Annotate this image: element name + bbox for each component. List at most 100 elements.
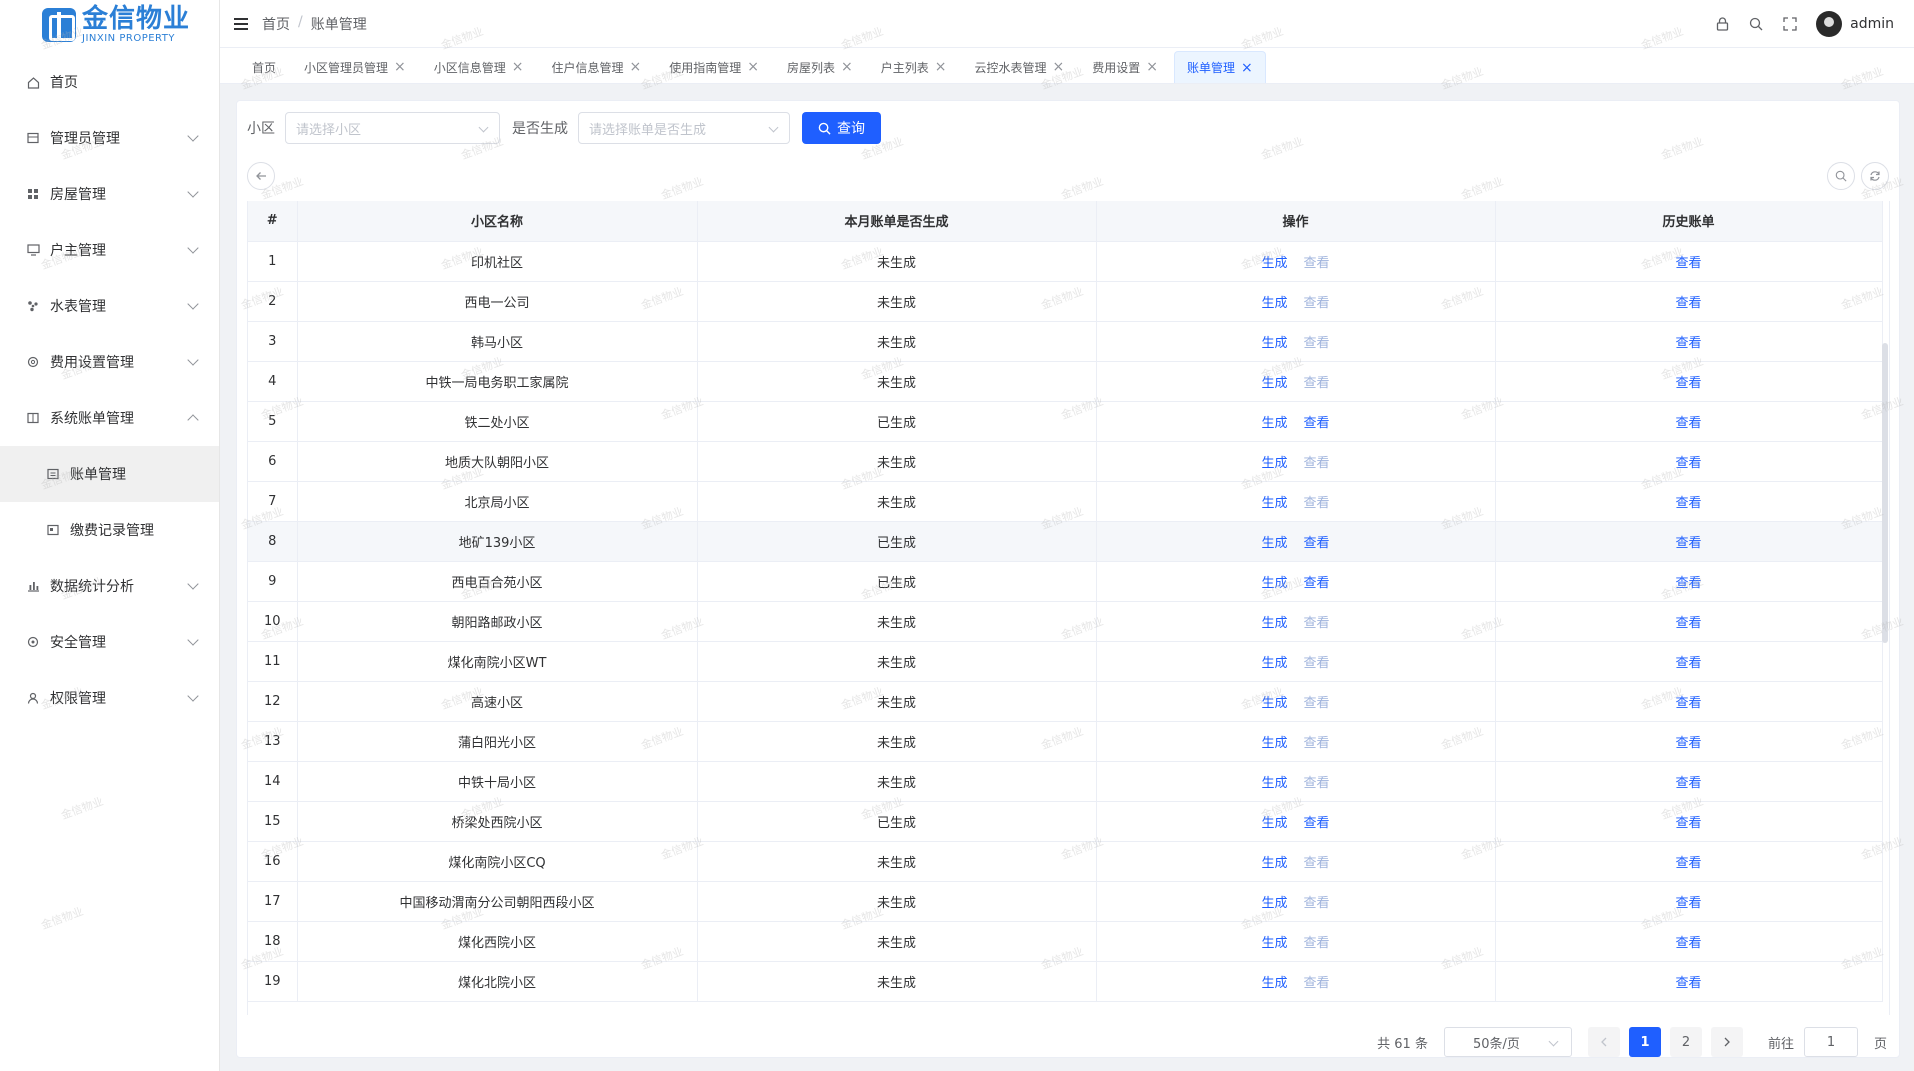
- sidebar-item-6[interactable]: 系统账单管理: [0, 390, 219, 446]
- search-icon[interactable]: [1748, 16, 1764, 32]
- view-button[interactable]: 查看: [1304, 776, 1330, 791]
- view-button[interactable]: 查看: [1304, 416, 1330, 431]
- generate-button[interactable]: 生成: [1261, 256, 1287, 271]
- generate-button[interactable]: 生成: [1261, 896, 1287, 911]
- history-view-button[interactable]: 查看: [1675, 656, 1701, 671]
- history-view-button[interactable]: 查看: [1675, 816, 1701, 831]
- table-scrollbar[interactable]: [1882, 343, 1888, 643]
- tab-8[interactable]: 费用设置 ×: [1080, 51, 1170, 83]
- sidebar-item-3[interactable]: 户主管理: [0, 222, 219, 278]
- table-search-button[interactable]: [1827, 162, 1855, 190]
- history-view-button[interactable]: 查看: [1675, 256, 1701, 271]
- view-button[interactable]: 查看: [1304, 656, 1330, 671]
- tab-3[interactable]: 住户信息管理 ×: [540, 51, 654, 83]
- page-button-1[interactable]: 1: [1628, 1027, 1661, 1057]
- view-button[interactable]: 查看: [1304, 576, 1330, 591]
- sidebar-item-5[interactable]: 费用设置管理: [0, 334, 219, 390]
- view-button[interactable]: 查看: [1304, 616, 1330, 631]
- view-button[interactable]: 查看: [1304, 856, 1330, 871]
- close-icon[interactable]: ×: [394, 59, 406, 75]
- history-view-button[interactable]: 查看: [1675, 896, 1701, 911]
- close-icon[interactable]: ×: [747, 59, 759, 75]
- refresh-button[interactable]: [1861, 162, 1889, 190]
- page-size-select[interactable]: 50条/页: [1443, 1027, 1572, 1057]
- next-page-button[interactable]: [1710, 1027, 1743, 1057]
- tab-1[interactable]: 小区管理员管理 ×: [292, 51, 418, 83]
- history-view-button[interactable]: 查看: [1675, 576, 1701, 591]
- view-button[interactable]: 查看: [1304, 976, 1330, 991]
- view-button[interactable]: 查看: [1304, 496, 1330, 511]
- generate-button[interactable]: 生成: [1261, 816, 1287, 831]
- prev-page-button[interactable]: [1587, 1027, 1620, 1057]
- lock-icon[interactable]: [1714, 16, 1730, 32]
- generate-button[interactable]: 生成: [1261, 576, 1287, 591]
- generated-select[interactable]: 请选择账单是否生成: [578, 112, 790, 144]
- sidebar-item-9[interactable]: 数据统计分析: [0, 558, 219, 614]
- history-view-button[interactable]: 查看: [1675, 456, 1701, 471]
- menu-toggle-icon[interactable]: [234, 17, 248, 30]
- close-icon[interactable]: ×: [1241, 60, 1253, 76]
- sidebar-item-2[interactable]: 房屋管理: [0, 166, 219, 222]
- goto-page-input[interactable]: 1: [1803, 1027, 1858, 1057]
- tab-5[interactable]: 房屋列表 ×: [775, 51, 865, 83]
- history-view-button[interactable]: 查看: [1675, 496, 1701, 511]
- close-icon[interactable]: ×: [512, 59, 524, 75]
- view-button[interactable]: 查看: [1304, 536, 1330, 551]
- history-view-button[interactable]: 查看: [1675, 856, 1701, 871]
- history-view-button[interactable]: 查看: [1675, 296, 1701, 311]
- view-button[interactable]: 查看: [1304, 896, 1330, 911]
- view-button[interactable]: 查看: [1304, 736, 1330, 751]
- view-button[interactable]: 查看: [1304, 296, 1330, 311]
- generate-button[interactable]: 生成: [1261, 536, 1287, 551]
- tab-9[interactable]: 账单管理 ×: [1174, 51, 1266, 83]
- generate-button[interactable]: 生成: [1261, 616, 1287, 631]
- view-button[interactable]: 查看: [1304, 936, 1330, 951]
- history-view-button[interactable]: 查看: [1675, 376, 1701, 391]
- generate-button[interactable]: 生成: [1261, 496, 1287, 511]
- generate-button[interactable]: 生成: [1261, 776, 1287, 791]
- tab-7[interactable]: 云控水表管理 ×: [963, 51, 1077, 83]
- close-icon[interactable]: ×: [1053, 59, 1065, 75]
- tab-2[interactable]: 小区信息管理 ×: [422, 51, 536, 83]
- close-icon[interactable]: ×: [1146, 59, 1158, 75]
- breadcrumb-home[interactable]: 首页: [262, 14, 290, 34]
- view-button[interactable]: 查看: [1304, 456, 1330, 471]
- view-button[interactable]: 查看: [1304, 336, 1330, 351]
- history-view-button[interactable]: 查看: [1675, 616, 1701, 631]
- generate-button[interactable]: 生成: [1261, 936, 1287, 951]
- tab-6[interactable]: 户主列表 ×: [869, 51, 959, 83]
- generate-button[interactable]: 生成: [1261, 656, 1287, 671]
- sidebar-item-8[interactable]: 缴费记录管理: [0, 502, 219, 558]
- history-view-button[interactable]: 查看: [1675, 776, 1701, 791]
- community-select[interactable]: 请选择小区: [285, 112, 500, 144]
- sidebar-item-0[interactable]: 首页: [0, 54, 219, 110]
- history-view-button[interactable]: 查看: [1675, 416, 1701, 431]
- avatar[interactable]: [1816, 11, 1843, 37]
- generate-button[interactable]: 生成: [1261, 856, 1287, 871]
- view-button[interactable]: 查看: [1304, 256, 1330, 271]
- close-icon[interactable]: ×: [841, 59, 853, 75]
- tab-4[interactable]: 使用指南管理 ×: [657, 51, 771, 83]
- history-view-button[interactable]: 查看: [1675, 696, 1701, 711]
- view-button[interactable]: 查看: [1304, 376, 1330, 391]
- sidebar-item-10[interactable]: 安全管理: [0, 614, 219, 670]
- history-view-button[interactable]: 查看: [1675, 936, 1701, 951]
- fullscreen-icon[interactable]: [1782, 16, 1798, 32]
- history-view-button[interactable]: 查看: [1675, 736, 1701, 751]
- view-button[interactable]: 查看: [1304, 816, 1330, 831]
- generate-button[interactable]: 生成: [1261, 296, 1287, 311]
- username[interactable]: admin: [1850, 16, 1894, 32]
- page-button-2[interactable]: 2: [1669, 1027, 1702, 1057]
- close-icon[interactable]: ×: [630, 59, 642, 75]
- sidebar-item-1[interactable]: 管理员管理: [0, 110, 219, 166]
- history-view-button[interactable]: 查看: [1675, 536, 1701, 551]
- generate-button[interactable]: 生成: [1261, 336, 1287, 351]
- sidebar-item-7[interactable]: 账单管理: [0, 446, 219, 502]
- query-button[interactable]: 查询: [802, 112, 881, 144]
- generate-button[interactable]: 生成: [1261, 696, 1287, 711]
- history-view-button[interactable]: 查看: [1675, 336, 1701, 351]
- generate-button[interactable]: 生成: [1261, 456, 1287, 471]
- sidebar-item-4[interactable]: 水表管理: [0, 278, 219, 334]
- generate-button[interactable]: 生成: [1261, 416, 1287, 431]
- view-button[interactable]: 查看: [1304, 696, 1330, 711]
